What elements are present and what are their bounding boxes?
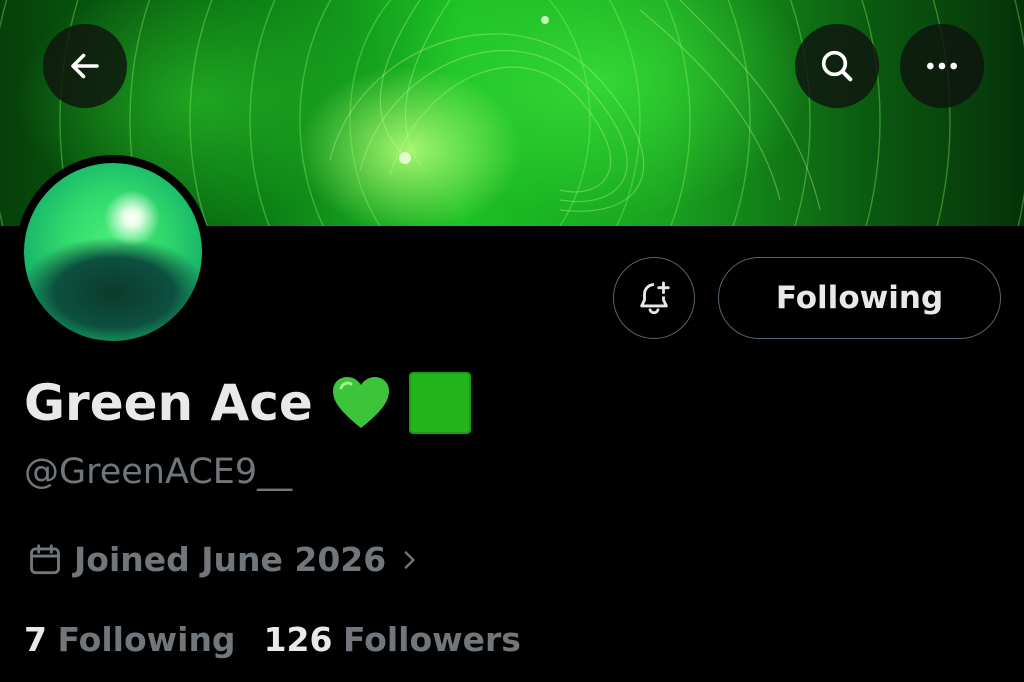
followers-stat[interactable]: 126 Followers: [264, 620, 521, 659]
search-icon: [821, 50, 853, 82]
notify-button[interactable]: [613, 257, 695, 339]
search-button[interactable]: [795, 24, 879, 108]
arrow-left-icon: [71, 53, 99, 79]
followers-label: Followers: [342, 620, 521, 659]
chevron-right-icon: [404, 550, 415, 569]
calendar-icon: [30, 543, 60, 574]
green-heart-emoji: [332, 377, 389, 428]
following-button[interactable]: Following: [718, 257, 1001, 339]
joined-date[interactable]: Joined June 2026: [26, 540, 422, 579]
followers-count: 126: [263, 620, 333, 659]
green-square-emoji: [408, 372, 471, 434]
more-options-button[interactable]: [900, 24, 984, 108]
avatar[interactable]: [16, 155, 210, 349]
following-button-label: Following: [775, 280, 944, 316]
joined-text: Joined June 2026: [74, 540, 387, 579]
user-handle: @GreenACE9__: [24, 452, 293, 492]
following-label: Following: [57, 620, 236, 659]
following-count: 7: [24, 620, 47, 659]
following-stat[interactable]: 7 Following: [24, 620, 236, 659]
back-button[interactable]: [43, 24, 127, 108]
display-name: Green Ace: [24, 372, 471, 434]
follow-stats: 7 Following 126 Followers: [24, 620, 521, 659]
avatar-image: [24, 163, 202, 341]
bell-plus-icon: [640, 281, 670, 315]
more-horizontal-icon: [927, 62, 957, 70]
display-name-text: Green Ace: [24, 374, 313, 432]
